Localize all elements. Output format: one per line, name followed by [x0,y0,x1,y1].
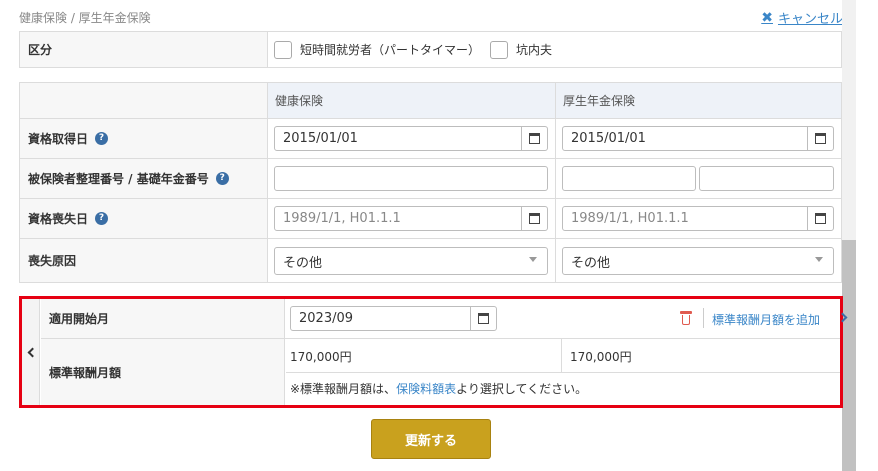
miner-checkbox[interactable] [490,40,509,59]
lost-date-row: 資格喪失日 ? 1989/1/1, H01.1.1 1989/1/1, H01.… [20,198,841,238]
health-lost-date-input[interactable]: 1989/1/1, H01.1.1 [274,206,548,231]
insurance-table: 健康保険 厚生年金保険 資格取得日 ? 2015/01/01 2015/01/0… [19,82,842,283]
calendar-button[interactable] [521,207,547,230]
pension-lost-date-placeholder: 1989/1/1, H01.1.1 [571,211,689,226]
close-icon: ✖ [761,9,773,26]
start-month-label: 適用開始月 [41,299,285,338]
calendar-icon [529,133,540,144]
start-month-value: 2023/09 [299,311,354,326]
separator [703,308,704,328]
pension-acquired-date-value: 2015/01/01 [571,131,646,146]
monthly-remuneration-row: 標準報酬月額 170,000円 170,000円 ※標準報酬月額は、保険料額表よ… [41,339,840,405]
health-loss-reason-select[interactable]: その他 [274,247,548,275]
help-icon[interactable]: ? [95,132,109,145]
acquired-date-label: 資格取得日 [28,132,89,146]
health-amount: 170,000円 [290,350,352,364]
dropdown-arrow-icon [529,257,537,262]
pension-acquired-date-input[interactable]: 2015/01/01 [562,126,834,151]
calendar-icon [815,213,826,224]
kubun-label: 区分 [20,32,268,67]
health-lost-date-placeholder: 1989/1/1, H01.1.1 [283,211,401,226]
calendar-button[interactable] [521,127,547,150]
premium-table-link[interactable]: 保険料額表 [396,382,456,396]
miner-label: 坑内夫 [516,43,553,57]
insured-number-input[interactable] [274,166,548,191]
header: 健康保険 / 厚生年金保険 ✖ キャンセル [0,0,878,32]
table-header-row: 健康保険 厚生年金保険 [20,83,841,118]
add-remuneration-link[interactable]: 標準報酬月額を追加 [712,311,820,328]
column-divider [555,119,556,158]
pension-column-header: 厚生年金保険 [563,94,636,108]
insured-number-label-cell: 被保険者整理番号 / 基礎年金番号 ? [20,159,268,198]
column-divider [555,159,556,198]
kubun-panel: 区分 短時間就労者（パートタイマー） 坑内夫 [19,31,842,68]
loss-reason-label-cell: 喪失原因 [20,239,268,282]
help-icon[interactable]: ? [215,172,229,185]
amount-cells: 170,000円 170,000円 [286,339,840,373]
calendar-button[interactable] [807,127,833,150]
loss-reason-row: 喪失原因 その他 その他 [20,238,841,282]
header-empty-cell [20,83,268,118]
insured-number-label: 被保険者整理番号 / 基礎年金番号 [28,172,209,186]
pension-loss-reason-select[interactable]: その他 [562,247,834,275]
lost-date-label: 資格喪失日 [28,212,89,226]
column-divider [555,83,556,118]
breadcrumb: 健康保険 / 厚生年金保険 [19,11,151,25]
part-timer-checkbox[interactable] [274,40,292,59]
start-month-input[interactable]: 2023/09 [290,306,497,331]
cancel-label: キャンセル [777,12,843,27]
update-button[interactable]: 更新する [371,419,491,459]
calendar-icon [529,213,540,224]
column-divider [555,199,556,238]
health-loss-reason-value: その他 [283,255,323,271]
basic-pension-number-input-1[interactable] [562,166,696,191]
trash-icon[interactable] [680,311,692,325]
monthly-remuneration-label: 標準報酬月額 [41,339,285,405]
trash-body [682,315,690,325]
lost-date-label-cell: 資格喪失日 ? [20,199,268,238]
health-acquired-date-input[interactable]: 2015/01/01 [274,126,548,151]
kubun-options: 短時間就労者（パートタイマー） 坑内夫 [274,32,562,67]
column-divider [555,239,556,282]
health-acquired-date-value: 2015/01/01 [283,131,358,146]
pension-amount: 170,000円 [570,350,632,364]
pension-loss-reason-value: その他 [571,255,611,271]
revision-panel: 適用開始月 2023/09 標準報酬月額を追加 標準報酬月額 170,000円 … [22,299,848,405]
standard-monthly-remuneration-section: 適用開始月 2023/09 標準報酬月額を追加 標準報酬月額 170,000円 … [19,296,848,408]
calendar-icon [478,313,489,324]
trash-lid [680,311,692,314]
calendar-icon [815,133,826,144]
loss-reason-label: 喪失原因 [28,254,77,268]
previous-revision-button[interactable] [22,299,40,405]
insured-number-row: 被保険者整理番号 / 基礎年金番号 ? [20,158,841,198]
note-prefix: ※標準報酬月額は、 [290,382,397,396]
calendar-button[interactable] [807,207,833,230]
part-timer-label: 短時間就労者（パートタイマー） [300,43,481,57]
health-column-header: 健康保険 [275,94,324,108]
cancel-link[interactable]: ✖ キャンセル [761,8,843,28]
help-icon[interactable]: ? [95,212,109,225]
pension-lost-date-input[interactable]: 1989/1/1, H01.1.1 [562,206,834,231]
scrollbar-thumb[interactable] [842,240,856,471]
basic-pension-number-input-2[interactable] [699,166,834,191]
dropdown-arrow-icon [815,257,823,262]
column-divider [561,339,562,373]
start-month-row: 適用開始月 2023/09 標準報酬月額を追加 [41,299,848,339]
chevron-left-icon [27,347,37,357]
acquired-date-row: 資格取得日 ? 2015/01/01 2015/01/01 [20,118,841,158]
acquired-date-label-cell: 資格取得日 ? [20,119,268,158]
remuneration-note: ※標準報酬月額は、保険料額表より選択してください。 [290,380,587,397]
note-suffix: より選択してください。 [456,382,588,396]
calendar-button[interactable] [470,307,496,330]
